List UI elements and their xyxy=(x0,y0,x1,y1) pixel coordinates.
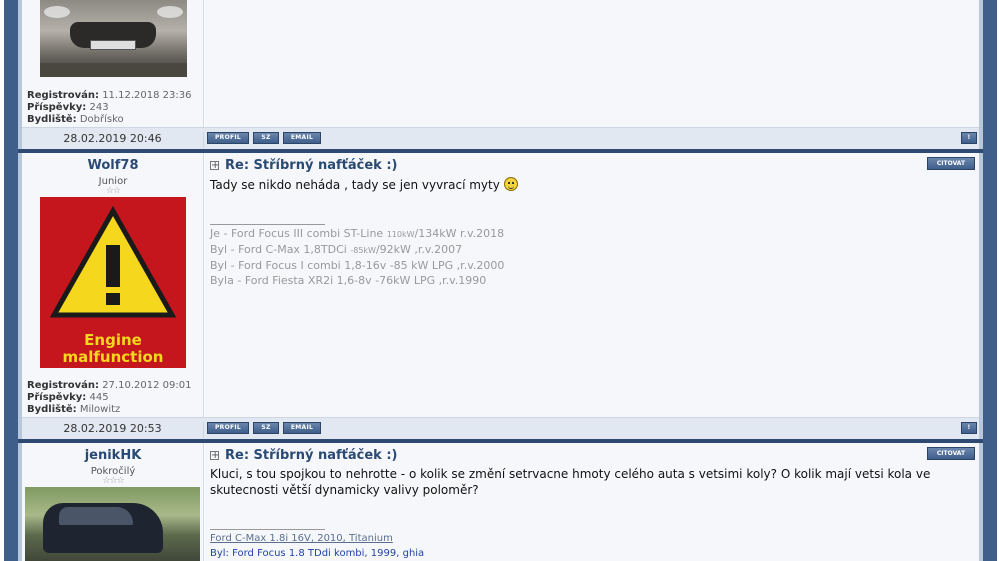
post-1-footer: 28.02.2019 20:46 PROFIL SZ EMAIL ! xyxy=(22,127,979,149)
signature-divider xyxy=(210,224,325,225)
signature-text: /134kW r.v.2018 xyxy=(414,227,505,240)
post-subject-text: Re: Stříbrný nafťáček :) xyxy=(225,158,398,173)
post-1-avatar[interactable] xyxy=(40,0,187,77)
car-headlight-icon xyxy=(44,6,70,18)
signature-text: Je - Ford Focus III combi ST-Line xyxy=(210,227,387,240)
back-to-top-button[interactable]: ! xyxy=(961,422,977,434)
location-label: Bydliště: xyxy=(27,404,77,415)
email-button[interactable]: EMAIL xyxy=(283,132,321,144)
car-headlight-icon xyxy=(157,6,183,18)
post-3-author: jenikHK Pokročilý ☆☆☆ xyxy=(22,443,204,561)
signature: Ford C-Max 1.8i 16V, 2010, Titanium Byl:… xyxy=(210,531,424,561)
signature-line: Byla - Ford Fiesta XR2i 1,6-8v -76kW LPG… xyxy=(210,273,504,288)
registered-label: Registrován: xyxy=(27,380,99,391)
rank-stars-icon: ☆☆☆ xyxy=(102,476,124,486)
profile-button[interactable]: PROFIL xyxy=(207,132,249,144)
post-3: jenikHK Pokročilý ☆☆☆ + Re: Stříbrný nafť… xyxy=(22,443,979,561)
location: Milowitz xyxy=(79,404,121,415)
post-icon: + xyxy=(210,450,220,461)
signature-divider xyxy=(210,529,325,530)
location: Dobřísko xyxy=(79,114,124,125)
post-3-avatar[interactable] xyxy=(25,487,200,561)
post-2-meta: Registrován: 27.10.2012 09:01 Příspěvky:… xyxy=(27,380,191,416)
post-1-author: Registrován: 11.12.2018 23:36 Příspěvky:… xyxy=(22,0,204,127)
username[interactable]: Wolf78 xyxy=(22,158,204,173)
avatar-caption-2: malfunction xyxy=(62,348,164,366)
signature-text: Byl - Ford C-Max 1,8TDCi xyxy=(210,243,351,256)
post-date: 28.02.2019 20:53 xyxy=(22,422,204,438)
posts-count: 243 xyxy=(89,102,109,113)
post-body-text: Tady se nikdo neháda , tady se jen vyvra… xyxy=(210,178,500,192)
post-date: 28.02.2019 20:46 xyxy=(22,132,204,148)
post-1: Registrován: 11.12.2018 23:36 Příspěvky:… xyxy=(22,0,979,149)
signature-line: Byl: Ford Focus 1.8 TDdi kombi, 1999, gh… xyxy=(210,548,425,559)
post-1-meta: Registrován: 11.12.2018 23:36 Příspěvky:… xyxy=(27,90,191,126)
post-2-message: + Re: Stříbrný nafťáček :) CITOVAT Tady s… xyxy=(205,153,979,417)
private-message-button[interactable]: SZ xyxy=(253,132,279,144)
car-plate-icon xyxy=(90,40,136,50)
post-2: Wolf78 Junior ☆☆ Engine malfunction Regi… xyxy=(22,153,979,439)
email-button[interactable]: EMAIL xyxy=(283,422,321,434)
post-subject: + Re: Stříbrný nafťáček :) xyxy=(210,158,397,173)
post-2-avatar[interactable]: Engine malfunction xyxy=(40,197,186,368)
signature-line: Byl - Ford Focus I combi 1,8-16v -85 kW … xyxy=(210,258,504,273)
post-2-author: Wolf78 Junior ☆☆ Engine malfunction Regi… xyxy=(22,153,204,417)
avatar-caption-1: Engine xyxy=(84,331,142,349)
signature-line: Byl - Ford C-Max 1,8TDCi -85kW/92kW ,r.v… xyxy=(210,242,504,258)
signature-text: Byl - Ford Focus I combi 1,8-16v -85 kW … xyxy=(210,259,505,272)
post-subject: + Re: Stříbrný nafťáček :) xyxy=(210,448,397,463)
rank-stars-icon: ☆☆ xyxy=(105,186,121,196)
registered-label: Registrován: xyxy=(27,90,99,101)
posts-count-label: Příspěvky: xyxy=(27,392,87,403)
signature-line: Je - Ford Focus III combi ST-Line 110kW/… xyxy=(210,226,504,242)
ground-shadow xyxy=(40,63,187,77)
back-to-top-button[interactable]: ! xyxy=(961,132,977,144)
car-window-icon xyxy=(59,507,133,525)
signature: Je - Ford Focus III combi ST-Line 110kW/… xyxy=(210,226,504,288)
posts-count-label: Příspěvky: xyxy=(27,102,87,113)
private-message-button[interactable]: SZ xyxy=(253,422,279,434)
post-body: Kluci, s tou spojkou to nehrotte - o kol… xyxy=(210,467,931,497)
profile-button[interactable]: PROFIL xyxy=(207,422,249,434)
posts-count: 445 xyxy=(89,392,109,403)
smiley-icon xyxy=(503,177,518,191)
signature-small: 110kW xyxy=(386,230,415,239)
quote-button[interactable]: CITOVAT xyxy=(927,447,975,460)
registered-date: 27.10.2012 09:01 xyxy=(102,380,192,391)
forum-frame: Registrován: 11.12.2018 23:36 Příspěvky:… xyxy=(4,0,997,561)
signature-small: -85kW xyxy=(350,246,376,255)
signature-text: /92kW ,r.v.2007 xyxy=(375,243,463,256)
signature-link[interactable]: Ford C-Max 1.8i 16V, 2010, Titanium xyxy=(210,531,424,546)
username[interactable]: jenikHK xyxy=(22,448,204,463)
post-2-footer: 28.02.2019 20:53 PROFIL SZ EMAIL ! xyxy=(22,417,979,439)
location-label: Bydliště: xyxy=(27,114,77,125)
post-body: Tady se nikdo neháda , tady se jen vyvra… xyxy=(210,177,919,193)
post-1-message xyxy=(205,0,979,127)
post-3-message: + Re: Stříbrný nafťáček :) CITOVAT Kluci,… xyxy=(205,443,979,561)
signature-text: Byla - Ford Fiesta XR2i 1,6-8v -76kW LPG… xyxy=(210,274,487,287)
quote-button[interactable]: CITOVAT xyxy=(927,157,975,170)
post-subject-text: Re: Stříbrný nafťáček :) xyxy=(225,448,398,463)
post-icon: + xyxy=(210,160,220,171)
registered-date: 11.12.2018 23:36 xyxy=(102,90,192,101)
